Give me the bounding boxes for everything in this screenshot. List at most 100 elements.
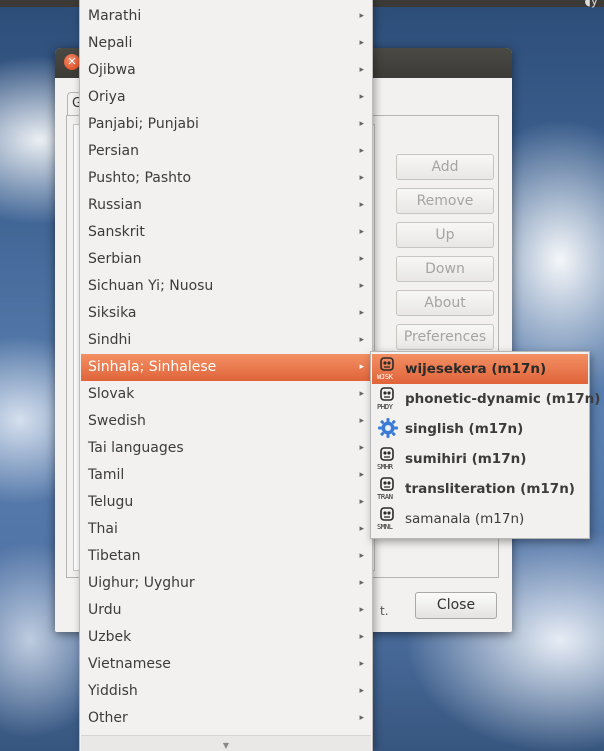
menu-item-label: Sanskrit [88, 224, 145, 240]
add-button[interactable]: Add [396, 154, 494, 180]
preferences-button[interactable]: Preferences [396, 324, 494, 350]
menu-item-sanskrit[interactable]: Sanskrit ▸ [81, 219, 371, 246]
close-button[interactable]: Close [415, 592, 497, 619]
submenu-arrow-icon: ▸ [359, 254, 364, 264]
submenu-item-wijesekera[interactable]: WJSK wijesekera (m17n) [372, 354, 588, 384]
submenu-arrow-icon: ▸ [359, 389, 364, 399]
menu-item-label: Tai languages [88, 440, 184, 456]
menu-item-label: Ojibwa [88, 62, 136, 78]
menu-item-persian[interactable]: Persian ▸ [81, 138, 371, 165]
menu-item-label: Oriya [88, 89, 126, 105]
menu-item-label: Other [88, 710, 128, 726]
menu-item-panjabi[interactable]: Panjabi; Punjabi ▸ [81, 111, 371, 138]
menu-item-label: Serbian [88, 251, 142, 267]
menu-item-telugu[interactable]: Telugu ▸ [81, 489, 371, 516]
menu-item-ojibwa[interactable]: Ojibwa ▸ [81, 57, 371, 84]
submenu-arrow-icon: ▸ [359, 659, 364, 669]
menu-item-marathi[interactable]: Marathi ▸ [81, 3, 371, 30]
submenu-item-label: sumihiri (m17n) [405, 451, 527, 467]
submenu-item-label: phonetic-dynamic (m17n) [405, 391, 601, 407]
submenu-arrow-icon: ▸ [359, 605, 364, 615]
menu-item-pushto[interactable]: Pushto; Pashto ▸ [81, 165, 371, 192]
menu-item-label: Yiddish [88, 683, 138, 699]
panel-indicator-glyph: ◖y [584, 0, 598, 8]
menu-item-label: Sindhi [88, 332, 132, 348]
menu-item-label: Tamil [88, 467, 125, 483]
about-button[interactable]: About [396, 290, 494, 316]
submenu-item-phonetic-dynamic[interactable]: PHDY phonetic-dynamic (m17n) [372, 384, 600, 414]
menu-item-vietnamese[interactable]: Vietnamese ▸ [81, 651, 371, 678]
engine-tag: SMHR [377, 463, 393, 471]
menu-item-oriya[interactable]: Oriya ▸ [81, 84, 371, 111]
menu-item-nepali[interactable]: Nepali ▸ [81, 30, 371, 57]
submenu-arrow-icon: ▸ [359, 416, 364, 426]
menu-item-tibetan[interactable]: Tibetan ▸ [81, 543, 371, 570]
language-menu: ▼ Marathi ▸ Nepali ▸ Ojibwa ▸ Oriya ▸ Panjabi; P… [79, 0, 373, 751]
menu-item-uighur[interactable]: Uighur; Uyghur ▸ [81, 570, 371, 597]
submenu-arrow-icon: ▸ [359, 92, 364, 102]
submenu-arrow-icon: ▸ [359, 65, 364, 75]
engine-tag: PHDY [377, 403, 393, 411]
menu-item-thai[interactable]: Thai ▸ [81, 516, 371, 543]
menu-item-label: Uighur; Uyghur [88, 575, 195, 591]
submenu-arrow-icon: ▸ [359, 146, 364, 156]
submenu-item-singlish[interactable]: singlish (m17n) [372, 414, 588, 444]
menu-item-tai-languages[interactable]: Tai languages ▸ [81, 435, 371, 462]
menu-item-label: Sinhala; Sinhalese [88, 359, 217, 375]
close-icon[interactable]: ✕ [64, 54, 80, 70]
engine-tag: WJSK [377, 373, 393, 381]
menu-item-urdu[interactable]: Urdu ▸ [81, 597, 371, 624]
submenu-arrow-icon: ▸ [359, 497, 364, 507]
menu-item-label: Slovak [88, 386, 135, 402]
menu-item-label: Panjabi; Punjabi [88, 116, 199, 132]
menu-item-slovak[interactable]: Slovak ▸ [81, 381, 371, 408]
keyboard-robot-icon: PHDY [377, 387, 399, 411]
submenu-arrow-icon: ▸ [359, 551, 364, 561]
menu-scroll-down[interactable]: ▼ [81, 735, 371, 751]
submenu-arrow-icon: ▸ [359, 470, 364, 480]
submenu-item-label: samanala (m17n) [405, 511, 525, 527]
submenu-arrow-icon: ▸ [359, 443, 364, 453]
menu-item-siksika[interactable]: Siksika ▸ [81, 300, 371, 327]
menu-item-label: Pushto; Pashto [88, 170, 192, 186]
menu-item-label: Marathi [88, 8, 142, 24]
sinhala-input-method-submenu: WJSK wijesekera (m17n) PHDY phonetic-dynami… [370, 351, 600, 539]
keyboard-robot-icon: WJSK [377, 357, 399, 381]
submenu-item-label: wijesekera (m17n) [405, 361, 547, 377]
menu-item-serbian[interactable]: Serbian ▸ [81, 246, 371, 273]
down-button[interactable]: Down [396, 256, 494, 282]
submenu-arrow-icon: ▸ [359, 281, 364, 291]
submenu-item-samanala[interactable]: SMNL samanala (m17n) [372, 504, 588, 534]
menu-item-russian[interactable]: Russian ▸ [81, 192, 371, 219]
menu-item-label: Urdu [88, 602, 122, 618]
submenu-arrow-icon: ▸ [359, 713, 364, 723]
menu-item-sinhala[interactable]: Sinhala; Sinhalese ▸ [81, 354, 371, 381]
menu-item-label: Uzbek [88, 629, 132, 645]
submenu-arrow-icon: ▸ [359, 200, 364, 210]
submenu-item-transliteration[interactable]: TRAN transliteration (m17n) [372, 474, 588, 504]
menu-item-label: Vietnamese [88, 656, 171, 672]
submenu-arrow-icon: ▸ [359, 335, 364, 345]
menu-item-other[interactable]: Other ▸ [81, 705, 371, 732]
submenu-arrow-icon: ▸ [359, 11, 364, 21]
note-fragment: t. [380, 604, 389, 618]
menu-item-sindhi[interactable]: Sindhi ▸ [81, 327, 371, 354]
submenu-item-label: singlish (m17n) [405, 421, 524, 437]
submenu-arrow-icon: ▸ [359, 686, 364, 696]
menu-item-uzbek[interactable]: Uzbek ▸ [81, 624, 371, 651]
remove-button[interactable]: Remove [396, 188, 494, 214]
menu-item-tamil[interactable]: Tamil ▸ [81, 462, 371, 489]
submenu-arrow-icon: ▸ [359, 119, 364, 129]
menu-item-yiddish[interactable]: Yiddish ▸ [81, 678, 371, 705]
menu-item-label: Swedish [88, 413, 146, 429]
submenu-arrow-icon: ▸ [359, 38, 364, 48]
menu-item-label: Thai [88, 521, 118, 537]
keyboard-robot-icon: SMHR [377, 447, 399, 471]
up-button[interactable]: Up [396, 222, 494, 248]
menu-item-swedish[interactable]: Swedish ▸ [81, 408, 371, 435]
submenu-item-sumihiri[interactable]: SMHR sumihiri (m17n) [372, 444, 588, 474]
menu-item-label: Persian [88, 143, 139, 159]
menu-item-label: Telugu [88, 494, 134, 510]
menu-item-label: Tibetan [88, 548, 141, 564]
menu-item-sichuan-yi[interactable]: Sichuan Yi; Nuosu ▸ [81, 273, 371, 300]
